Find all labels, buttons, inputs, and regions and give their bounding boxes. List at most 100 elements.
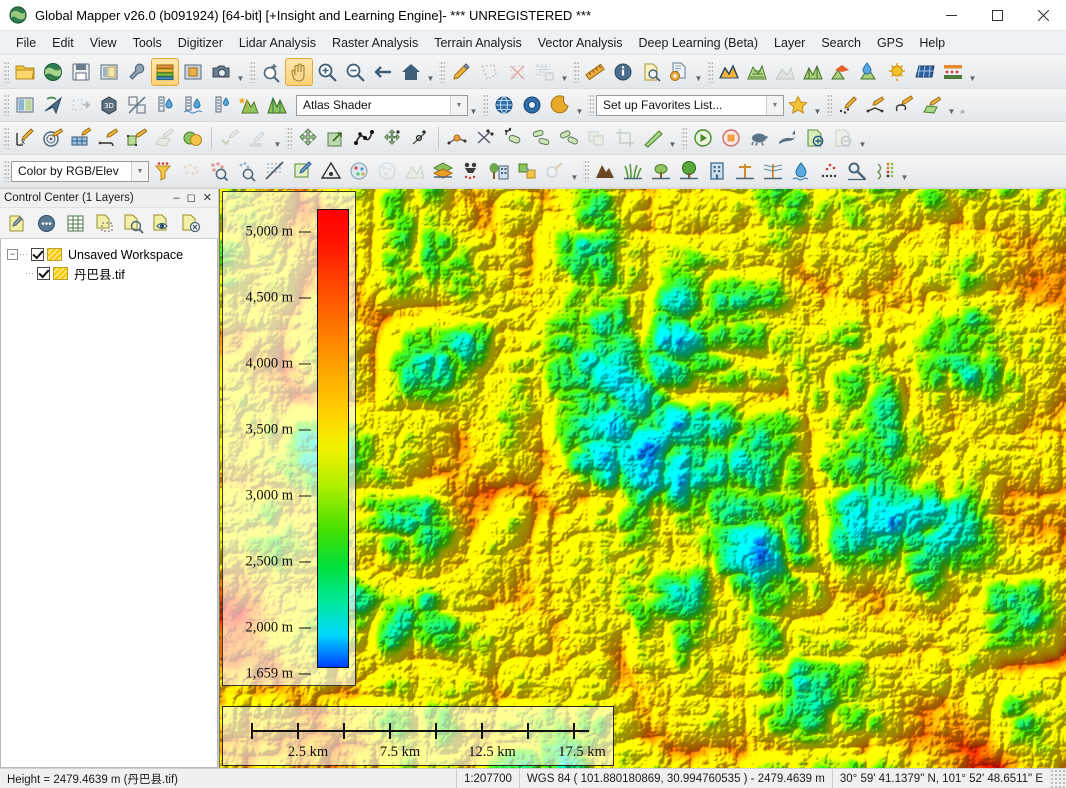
measure-line-icon[interactable] [639,124,667,152]
add-vertex-icon[interactable] [406,124,434,152]
toolbar-grip[interactable] [3,94,9,116]
shader-icon[interactable] [263,91,291,119]
toolbar-grip[interactable] [583,160,589,182]
toolbar-overflow-chevron[interactable]: ▼ [967,58,978,86]
lidar-qc-icon[interactable] [541,157,569,185]
compare-layers-icon[interactable] [123,91,151,119]
menu-vector-analysis[interactable]: Vector Analysis [530,33,631,53]
classify-points-icon[interactable] [205,157,233,185]
key-point-icon[interactable] [843,157,871,185]
home-zoom-full-icon[interactable] [397,58,425,86]
stop-icon[interactable] [717,124,745,152]
chevron-down-icon[interactable]: ▼ [131,162,148,181]
night-shade-icon[interactable] [546,91,574,119]
split-feature-icon[interactable] [443,124,471,152]
search-document-icon[interactable] [637,58,665,86]
lidar-filter-icon[interactable] [149,157,177,185]
configure-wrench-icon[interactable] [123,58,151,86]
shrub-class-icon[interactable] [647,157,675,185]
projection-icon[interactable] [518,91,546,119]
toolbar-grip[interactable] [482,94,488,116]
lidar-paint-icon[interactable] [289,157,317,185]
layer-overview-icon[interactable] [34,211,59,236]
toolbar-grip[interactable] [707,61,713,83]
create-range-ring-icon[interactable] [39,124,67,152]
digitizer-pencil-icon[interactable] [447,58,475,86]
watershed-gray-icon[interactable] [771,58,799,86]
select-points-icon[interactable] [233,157,261,185]
toolbar-grip[interactable] [826,94,832,116]
toolbar-overflow-chevron[interactable]: ▼ [946,91,957,119]
shader-star-icon[interactable] [235,91,263,119]
tree-row-workspace[interactable]: − ⋯ Unsaved Workspace [1,245,217,264]
power-pole-icon[interactable] [731,157,759,185]
workspace-checkbox[interactable] [31,248,44,261]
panel-maximize-icon[interactable]: ◻ [187,193,196,204]
layers-stack-icon[interactable] [429,157,457,185]
create-path-icon[interactable] [95,124,123,152]
menu-raster-analysis[interactable]: Raster Analysis [324,33,426,53]
menu-help[interactable]: Help [911,33,953,53]
water-class-icon[interactable] [787,157,815,185]
star-icon[interactable] [784,91,812,119]
point-cloud-icon[interactable] [177,157,205,185]
measure-ruler-icon[interactable] [581,58,609,86]
open-file-icon[interactable] [11,58,39,86]
tree-expander-icon[interactable]: − [7,249,18,260]
delete-selection-icon[interactable] [503,58,531,86]
create-point-icon[interactable]: x [11,124,39,152]
overlay-icon[interactable] [179,58,207,86]
mountain-class-icon[interactable] [591,157,619,185]
terrain-cloud-icon[interactable] [401,157,429,185]
favorites-select[interactable]: Set up Favorites List... ▼ [596,95,784,116]
vegetation-building-icon[interactable] [485,157,513,185]
path-profile-icon[interactable] [67,91,95,119]
combine-areas-icon[interactable] [179,124,207,152]
slow-turtle-icon[interactable] [745,124,773,152]
three-d-view-icon[interactable]: 3D [95,91,123,119]
globe-grid-icon[interactable] [490,91,518,119]
toolbar-grip[interactable] [3,160,9,182]
layer-close-icon[interactable] [179,211,204,236]
menu-tools[interactable]: Tools [125,33,170,53]
building-class-icon[interactable] [703,157,731,185]
edit-vertices-icon[interactable] [350,124,378,152]
toolbar-expand-chevron[interactable]: » [957,91,968,119]
layer-visibility-icon[interactable] [150,211,175,236]
zoom-out-icon[interactable] [341,58,369,86]
crop-icon[interactable] [611,124,639,152]
menu-view[interactable]: View [82,33,125,53]
toolbar-overflow-chevron[interactable]: ▼ [857,124,868,152]
move-vertex-icon[interactable] [378,124,406,152]
check-tool-icon[interactable] [216,124,244,152]
panel-close-icon[interactable]: ✕ [203,193,212,204]
select-area-icon[interactable] [475,58,503,86]
custom-class-icon[interactable] [871,157,899,185]
lidar-draw-mode-select[interactable]: Color by RGB/Elev ▼ [11,161,149,182]
water-rise-icon[interactable] [179,91,207,119]
toolbar-grip[interactable] [573,61,579,83]
viewshed-cone-icon[interactable] [827,58,855,86]
split-view-icon[interactable] [11,91,39,119]
toolbar-overflow-chevron[interactable]: ▼ [425,58,436,86]
elevation-legend-icon[interactable] [939,58,967,86]
save-workspace-icon[interactable] [67,58,95,86]
back-arrow-icon[interactable] [369,58,397,86]
move-features-icon[interactable] [294,124,322,152]
gauge-water-icon[interactable] [207,91,235,119]
toolbar-grip[interactable] [439,61,445,83]
control-center-icon[interactable] [151,58,179,86]
menu-digitizer[interactable]: Digitizer [170,33,231,53]
feature-list-icon[interactable] [531,58,559,86]
water-level-icon[interactable] [151,91,179,119]
sun-shadow-icon[interactable] [883,58,911,86]
layer-metadata-icon[interactable] [121,211,146,236]
point-cloud-color-icon[interactable] [345,157,373,185]
view-shed-icon[interactable] [799,58,827,86]
menu-gps[interactable]: GPS [869,33,911,53]
minimize-button[interactable] [928,0,974,31]
play-icon[interactable] [689,124,717,152]
edit-stack-icon[interactable] [244,124,272,152]
toolbar-overflow-chevron[interactable]: ▼ [235,58,246,86]
menu-edit[interactable]: Edit [44,33,82,53]
